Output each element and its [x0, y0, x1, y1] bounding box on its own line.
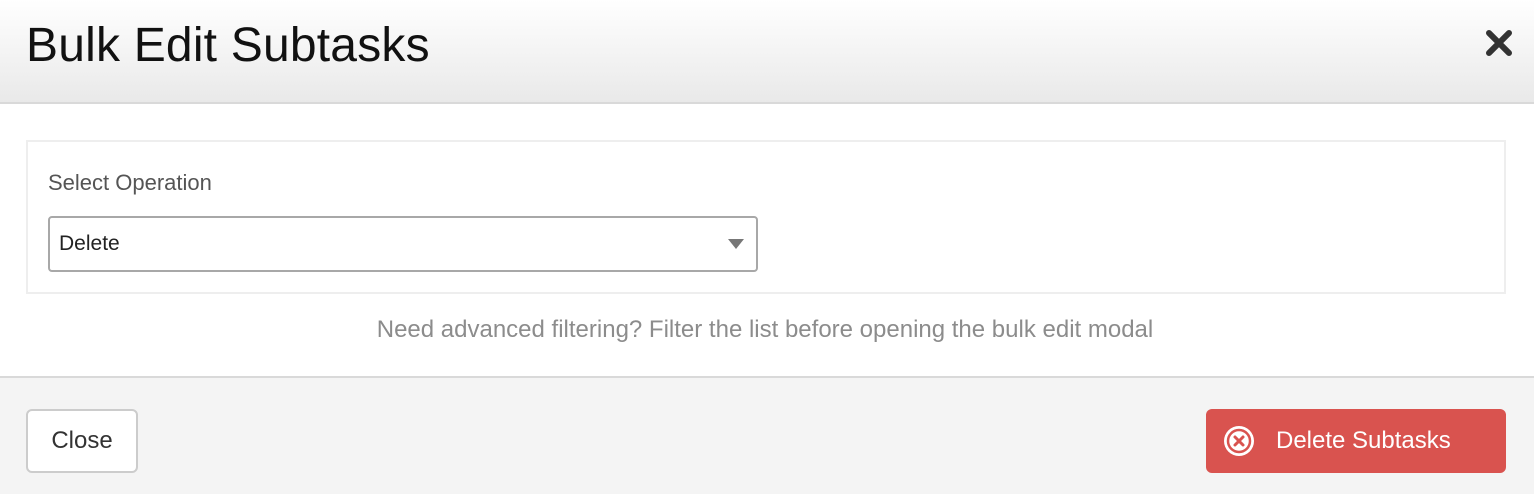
bulk-edit-modal: Bulk Edit Subtasks Select Operation Dele… — [0, 0, 1534, 494]
modal-footer: Close Delete Subtasks — [0, 376, 1534, 494]
close-x-icon[interactable] — [1484, 28, 1514, 58]
filtering-hint: Need advanced filtering? Filter the list… — [376, 316, 1154, 343]
operation-selected-value: Delete — [59, 232, 120, 255]
select-operation-label: Select Operation — [48, 170, 212, 195]
operation-select[interactable]: Delete — [48, 216, 758, 272]
close-button[interactable]: Close — [26, 409, 138, 473]
modal-title: Bulk Edit Subtasks — [26, 19, 430, 72]
delete-subtasks-button[interactable]: Delete Subtasks — [1206, 409, 1506, 473]
modal-body: Select Operation Delete Need advanced fi… — [0, 104, 1534, 376]
operation-panel: Select Operation Delete — [26, 140, 1506, 294]
delete-subtasks-label: Delete Subtasks — [1276, 427, 1451, 454]
modal-header: Bulk Edit Subtasks — [0, 0, 1534, 104]
circle-x-icon — [1224, 426, 1254, 456]
caret-down-icon — [728, 239, 744, 249]
